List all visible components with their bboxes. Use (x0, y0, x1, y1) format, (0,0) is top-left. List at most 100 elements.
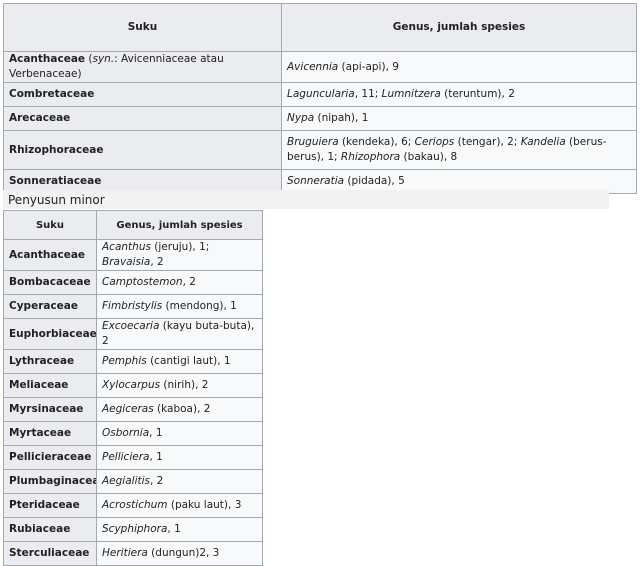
genus-detail: (cantigi laut), 1 (146, 355, 231, 367)
minor-section-heading: Penyusun minor (3, 190, 609, 209)
genus-cell: Bruguiera (kendeka), 6; Ceriops (tengar)… (281, 130, 637, 170)
minor-header-row: Suku Genus, jumlah spesies (3, 210, 263, 240)
genus-link[interactable]: Aegiceras (102, 403, 154, 415)
genus-detail: , 2 (182, 276, 196, 288)
suku-cell: Cyperaceae (3, 294, 97, 319)
suku-cell: Pteridaceae (3, 493, 97, 518)
table-row: Myrtaceae Osbornia, 1 (3, 421, 263, 446)
genus-detail: (dungun)2, 3 (147, 547, 220, 559)
genus-detail: , 1 (149, 451, 163, 463)
genus-cell: Xylocarpus (nirih), 2 (96, 373, 263, 398)
genus-link[interactable]: Sonneratia (287, 175, 344, 187)
genus-link[interactable]: Excoecaria (102, 320, 159, 332)
genus-detail: (teruntum), 2 (440, 88, 515, 100)
genus-detail: (kendeka), 6; (338, 136, 415, 148)
genus-link[interactable]: Pemphis (102, 355, 147, 367)
table-row: Meliaceae Xylocarpus (nirih), 2 (3, 373, 263, 398)
genus-detail: (tengar), 2; (454, 136, 521, 148)
genus-cell: Acanthus (jeruju), 1; Bravaisia, 2 (96, 239, 263, 271)
minor-table-body: Acanthaceae Acanthus (jeruju), 1; Bravais… (3, 239, 263, 566)
genus-detail: , 2 (150, 256, 164, 268)
genus-link[interactable]: Fimbristylis (102, 300, 162, 312)
suku-name: Acanthaceae (9, 53, 86, 65)
genus-cell: Avicennia (api-api), 9 (281, 51, 637, 83)
table-row: Rhizophoraceae Bruguiera (kendeka), 6; C… (3, 130, 637, 170)
genus-link[interactable]: Ceriops (415, 136, 455, 148)
table-row: Combretaceae Laguncularia, 11; Lumnitzer… (3, 82, 637, 107)
genus-link[interactable]: Kandelia (521, 136, 566, 148)
genus-link[interactable]: Bravaisia (102, 256, 150, 268)
suku-cell: Euphorbiaceae (3, 318, 97, 350)
genus-link[interactable]: Heritiera (102, 547, 148, 559)
table-row: Sterculiaceae Heritiera (dungun)2, 3 (3, 541, 263, 566)
genus-detail: , 2 (150, 475, 164, 487)
major-header-row: Suku Genus, jumlah spesies (3, 3, 637, 52)
table-row: Acanthaceae Acanthus (jeruju), 1; Bravais… (3, 239, 263, 271)
genus-detail: , 1 (167, 523, 181, 535)
minor-header-suku[interactable]: Suku (3, 210, 97, 240)
minor-mangrove-table: Suku Genus, jumlah spesies Acanthaceae Ac… (3, 210, 263, 566)
genus-cell: Pelliciera, 1 (96, 445, 263, 470)
genus-link[interactable]: Scyphiphora (102, 523, 167, 535)
genus-cell: Heritiera (dungun)2, 3 (96, 541, 263, 566)
genus-link[interactable]: Laguncularia (287, 88, 355, 100)
genus-detail: (nirih), 2 (160, 379, 209, 391)
genus-detail: (paku laut), 3 (167, 499, 242, 511)
suku-cell: Combretaceae (3, 82, 282, 107)
suku-cell: Lythraceae (3, 349, 97, 374)
table-row: Pteridaceae Acrostichum (paku laut), 3 (3, 493, 263, 518)
genus-link[interactable]: Nypa (287, 112, 314, 124)
genus-link[interactable]: Camptostemon (102, 276, 183, 288)
genus-link[interactable]: Bruguiera (287, 136, 339, 148)
table-row: Cyperaceae Fimbristylis (mendong), 1 (3, 294, 263, 319)
genus-detail: (mendong), 1 (162, 300, 237, 312)
genus-link[interactable]: Avicennia (287, 61, 338, 73)
genus-cell: Aegiceras (kaboa), 2 (96, 397, 263, 422)
genus-cell: Nypa (nipah), 1 (281, 106, 637, 131)
suku-cell: Sterculiaceae (3, 541, 97, 566)
genus-link[interactable]: Acanthus (102, 241, 151, 253)
suku-cell: Acanthaceae (3, 239, 97, 271)
genus-detail: , 1 (149, 427, 163, 439)
genus-cell: Excoecaria (kayu buta-buta), 2 (96, 318, 263, 350)
suku-cell: Pellicieraceae (3, 445, 97, 470)
table-row: Rubiaceae Scyphiphora, 1 (3, 517, 263, 542)
genus-detail: (api-api), 9 (338, 60, 399, 73)
genus-cell: Scyphiphora, 1 (96, 517, 263, 542)
suku-cell: Myrsinaceae (3, 397, 97, 422)
genus-detail: , 11; (354, 88, 382, 100)
genus-detail: (kaboa), 2 (153, 403, 211, 415)
genus-cell: Osbornia, 1 (96, 421, 263, 446)
table-row: Acanthaceae (syn.: Avicenniaceae atau Ve… (3, 51, 637, 83)
major-header-suku[interactable]: Suku (3, 3, 282, 52)
suku-cell: Acanthaceae (syn.: Avicenniaceae atau Ve… (3, 51, 282, 83)
genus-link[interactable]: Aegialitis (102, 475, 150, 487)
table-row: Arecaceae Nypa (nipah), 1 (3, 106, 637, 131)
genus-link[interactable]: Lumnitzera (382, 88, 441, 100)
suku-cell: Bombacaceae (3, 270, 97, 295)
table-row: Euphorbiaceae Excoecaria (kayu buta-buta)… (3, 318, 263, 350)
table-row: Pellicieraceae Pelliciera, 1 (3, 445, 263, 470)
genus-cell: Camptostemon, 2 (96, 270, 263, 295)
genus-link[interactable]: Osbornia (102, 427, 149, 439)
table-row: Myrsinaceae Aegiceras (kaboa), 2 (3, 397, 263, 422)
genus-link[interactable]: Xylocarpus (102, 379, 160, 391)
genus-cell: Fimbristylis (mendong), 1 (96, 294, 263, 319)
suku-cell: Rhizophoraceae (3, 130, 282, 170)
genus-link[interactable]: Acrostichum (102, 499, 168, 511)
genus-link[interactable]: Rhizophora (341, 151, 400, 163)
table-row: Plumbaginaceae Aegialitis, 2 (3, 469, 263, 494)
major-header-genus[interactable]: Genus, jumlah spesies (281, 3, 637, 52)
suku-cell: Rubiaceae (3, 517, 97, 542)
suku-cell: Meliaceae (3, 373, 97, 398)
genus-detail: (pidada), 5 (344, 175, 405, 187)
suku-cell: Plumbaginaceae (3, 469, 97, 494)
suku-cell: Arecaceae (3, 106, 282, 131)
genus-link[interactable]: Pelliciera (102, 451, 149, 463)
major-mangrove-table: Suku Genus, jumlah spesies Acanthaceae (… (3, 3, 637, 194)
suku-cell: Myrtaceae (3, 421, 97, 446)
genus-cell: Pemphis (cantigi laut), 1 (96, 349, 263, 374)
minor-header-genus[interactable]: Genus, jumlah spesies (96, 210, 263, 240)
table-row: Bombacaceae Camptostemon, 2 (3, 270, 263, 295)
genus-detail: (nipah), 1 (314, 112, 369, 124)
